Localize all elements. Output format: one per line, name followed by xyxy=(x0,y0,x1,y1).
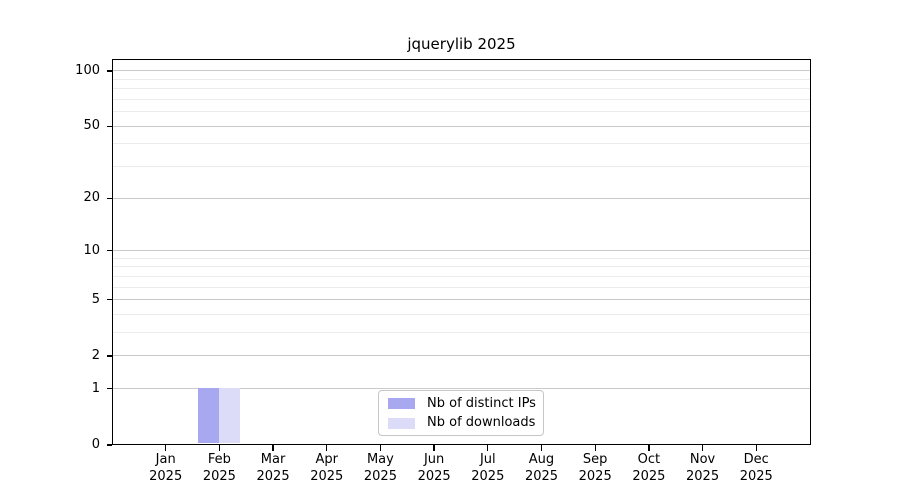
x-tick-label: May 2025 xyxy=(363,452,397,484)
x-tick xyxy=(755,445,757,451)
legend-label: Nb of distinct IPs xyxy=(427,395,536,411)
x-tick-label: Oct 2025 xyxy=(632,452,666,484)
gridline-minor xyxy=(113,88,810,90)
gridline-minor xyxy=(113,286,810,288)
y-tick-label: 1 xyxy=(91,380,100,396)
x-tick-label: Aug 2025 xyxy=(524,452,559,484)
legend-swatch xyxy=(388,398,415,410)
x-tick xyxy=(701,445,704,451)
x-tick xyxy=(165,445,167,451)
gridline-minor xyxy=(113,143,810,145)
gridline-minor xyxy=(113,98,810,100)
x-tick xyxy=(433,445,435,451)
x-tick xyxy=(540,445,543,451)
y-tick xyxy=(106,70,112,72)
bar-downloads xyxy=(218,388,240,443)
y-tick-label: 0 xyxy=(91,437,100,452)
x-tick xyxy=(594,445,596,451)
x-tick xyxy=(379,445,382,451)
y-tick xyxy=(106,299,112,301)
gridline-minor xyxy=(113,78,810,80)
x-tick-label: Apr 2025 xyxy=(310,452,344,484)
gridline-major xyxy=(113,355,810,357)
gridline-major xyxy=(113,197,810,199)
gridline-minor xyxy=(113,332,810,334)
gridline-major xyxy=(113,299,810,301)
plot-area xyxy=(112,59,811,445)
gridline-minor xyxy=(113,257,810,259)
figure: jquerylib 2025 Nb of distinct IPs Nb of d… xyxy=(0,0,900,500)
gridline-minor xyxy=(113,275,810,277)
bar-distinct-ips xyxy=(197,388,219,443)
gridline-minor xyxy=(113,111,810,113)
y-tick-label: 20 xyxy=(83,190,100,206)
gridline-major xyxy=(113,125,810,127)
legend-item: Nb of distinct IPs xyxy=(388,394,543,414)
y-tick-label: 10 xyxy=(83,242,100,258)
x-tick xyxy=(272,445,274,451)
y-tick xyxy=(106,355,112,357)
x-tick-label: Feb 2025 xyxy=(202,452,236,484)
y-tick-label: 2 xyxy=(91,347,100,363)
x-tick xyxy=(218,445,221,451)
y-tick-label: 100 xyxy=(75,62,100,78)
legend-item: Nb of downloads xyxy=(388,414,543,434)
legend: Nb of distinct IPs Nb of downloads xyxy=(378,390,544,436)
legend-label: Nb of downloads xyxy=(427,415,536,431)
x-tick xyxy=(648,445,650,451)
y-tick-label: 50 xyxy=(83,118,100,134)
y-tick-label: 5 xyxy=(91,291,100,307)
legend-swatch xyxy=(388,417,415,429)
y-tick xyxy=(106,125,112,127)
x-tick-label: Jun 2025 xyxy=(417,452,451,484)
x-tick-label: Jul 2025 xyxy=(471,452,505,484)
x-tick-label: Nov 2025 xyxy=(686,452,720,484)
x-tick-label: Sep 2025 xyxy=(578,452,612,484)
y-tick xyxy=(106,249,112,252)
gridline-major xyxy=(113,250,810,252)
gridline-minor xyxy=(113,166,810,168)
y-tick xyxy=(106,197,112,199)
y-tick xyxy=(106,444,112,446)
x-tick xyxy=(487,445,489,451)
x-tick-label: Mar 2025 xyxy=(256,452,290,484)
x-tick-label: Jan 2025 xyxy=(149,452,183,484)
gridline-major xyxy=(113,70,810,72)
y-tick xyxy=(106,388,112,390)
x-tick-label: Dec 2025 xyxy=(739,452,773,484)
gridline-minor xyxy=(113,313,810,315)
chart-title: jquerylib 2025 xyxy=(407,35,516,53)
gridline-minor xyxy=(113,266,810,268)
x-tick xyxy=(326,445,328,451)
